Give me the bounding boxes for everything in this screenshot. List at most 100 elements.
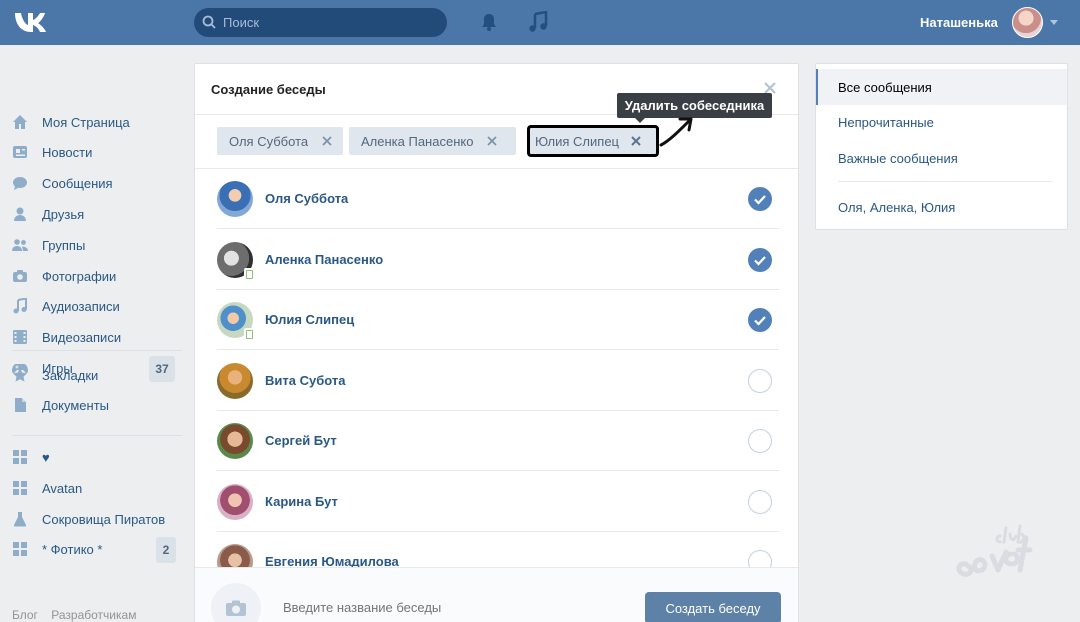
dialog-footer: Создать беседу (195, 567, 798, 622)
selected-checkbox[interactable] (748, 308, 772, 332)
nav-label: Аудиозаписи (42, 298, 120, 314)
friend-row[interactable]: Аленка Панасенко (217, 230, 779, 290)
chip-label: Аленка Панасенко (361, 133, 474, 149)
create-conversation-dialog: Создание беседы Оля Суббота Аленка Панас… (194, 63, 799, 622)
selected-chip: Оля Суббота (217, 127, 343, 155)
nav-label: Avatan (42, 480, 83, 496)
nav-label: Фотографии (42, 268, 117, 284)
document-icon (12, 397, 28, 413)
friend-row[interactable]: Вита Субота (217, 351, 779, 411)
top-header: Поиск Наташенька (0, 0, 1080, 45)
nav-item-bookmarks[interactable]: Закладки (12, 364, 182, 386)
nav-divider (12, 350, 182, 351)
remove-icon[interactable] (631, 136, 641, 146)
nav-item-app-heart[interactable]: ♥ (12, 446, 182, 468)
nav-label: Группы (42, 237, 86, 253)
nav-label: Моя Страница (42, 114, 130, 130)
nav-label: Новости (42, 144, 93, 160)
selected-chip: Аленка Панасенко (349, 127, 516, 155)
remove-icon[interactable] (322, 136, 332, 146)
search-box[interactable]: Поиск (194, 8, 447, 37)
friend-avatar (217, 181, 253, 217)
video-icon (12, 329, 28, 345)
nav-label: Видеозаписи (42, 329, 122, 345)
star-icon (12, 367, 28, 383)
messages-filter-panel: Все сообщения Непрочитанные Важные сообщ… (815, 63, 1068, 230)
bell-icon[interactable] (479, 12, 499, 32)
user-name[interactable]: Наташенька (920, 15, 998, 30)
filter-important[interactable]: Важные сообщения (816, 140, 1067, 176)
search-placeholder: Поиск (223, 15, 260, 30)
nav-label: Друзья (42, 206, 85, 222)
camera-icon (12, 268, 28, 284)
nav-item-news[interactable]: Новости (12, 141, 182, 163)
chat-icon (12, 175, 28, 191)
nav-item-friends[interactable]: Друзья (12, 203, 182, 225)
friend-row[interactable]: Сергей Бут (217, 411, 779, 471)
tooltip-tail (635, 118, 645, 123)
footer-link-developers[interactable]: Разработчикам (51, 608, 136, 622)
footer-links: Блог Разработчикам (12, 608, 146, 622)
nav-item-documents[interactable]: Документы (12, 394, 182, 416)
user-avatar[interactable] (1012, 7, 1043, 38)
nav-item-audio[interactable]: Аудиозаписи (12, 295, 182, 317)
unselected-checkbox[interactable] (748, 429, 772, 453)
selected-checkbox[interactable] (748, 187, 772, 211)
dialog-title: Создание беседы (211, 82, 326, 97)
nav-label: ♥ (42, 449, 50, 465)
filter-all-messages[interactable]: Все сообщения (816, 69, 1067, 105)
friend-avatar (217, 484, 253, 520)
mobile-online-icon (244, 328, 253, 339)
chip-label: Оля Суббота (229, 133, 309, 149)
music-icon (12, 298, 28, 314)
unselected-checkbox[interactable] (748, 369, 772, 393)
filter-unread[interactable]: Непрочитанные (816, 104, 1067, 140)
nav-item-photos[interactable]: Фотографии (12, 265, 182, 287)
remove-icon[interactable] (487, 136, 498, 146)
app-grid-icon (12, 541, 28, 557)
app-grid-icon (12, 480, 28, 496)
vk-logo-icon[interactable] (12, 10, 48, 34)
music-note-icon[interactable] (528, 11, 548, 33)
checkmark-icon (754, 256, 766, 266)
nav-label: Закладки (42, 367, 99, 383)
pointer-arrow-icon (659, 117, 693, 147)
footer-link-blog[interactable]: Блог (12, 608, 38, 622)
nav-label: Документы (42, 397, 110, 413)
friend-row[interactable]: Карина Бут (217, 472, 779, 532)
nav-item-groups[interactable]: Группы (12, 234, 182, 256)
conversation-name-input[interactable] (283, 600, 583, 615)
conversation-link[interactable]: Оля, Аленка, Юлия (816, 189, 1067, 225)
nav-item-pirate-treasures[interactable]: Сокровища Пиратов (12, 508, 182, 530)
friend-name: Карина Бут (265, 494, 338, 509)
friend-name: Вита Субота (265, 373, 346, 388)
club-sovet-watermark-logo (956, 524, 1033, 577)
nav-item-video[interactable]: Видеозаписи (12, 326, 182, 348)
person-icon (12, 206, 28, 222)
fotiko-count-badge: 2 (156, 537, 176, 563)
checkmark-icon (754, 195, 766, 205)
nav-item-my-page[interactable]: Моя Страница (12, 111, 182, 133)
camera-icon (226, 600, 246, 616)
create-conversation-button[interactable]: Создать беседу (645, 592, 781, 622)
panel-divider (838, 181, 1052, 182)
group-icon (12, 237, 28, 253)
chevron-down-icon[interactable] (1050, 20, 1058, 25)
nav-label: * Фотико * (42, 541, 103, 557)
friend-name: Оля Суббота (265, 191, 349, 206)
selected-chip-highlighted: Юлия Слипец (527, 125, 659, 157)
friend-row[interactable]: Юлия Слипец (217, 290, 779, 350)
nav-item-messages[interactable]: Сообщения (12, 172, 182, 194)
flask-icon (12, 511, 28, 527)
selected-checkbox[interactable] (748, 248, 772, 272)
friend-name: Сергей Бут (265, 433, 337, 448)
friend-avatar (217, 363, 253, 399)
friend-row[interactable]: Оля Суббота (217, 169, 779, 229)
news-icon (12, 144, 28, 160)
unselected-checkbox[interactable] (748, 490, 772, 514)
nav-item-avatan[interactable]: Avatan (12, 477, 182, 499)
nav-label: Сокровища Пиратов (42, 511, 166, 527)
checkmark-icon (754, 316, 766, 326)
conversation-photo-button[interactable] (211, 583, 261, 622)
mobile-online-icon (244, 268, 253, 279)
